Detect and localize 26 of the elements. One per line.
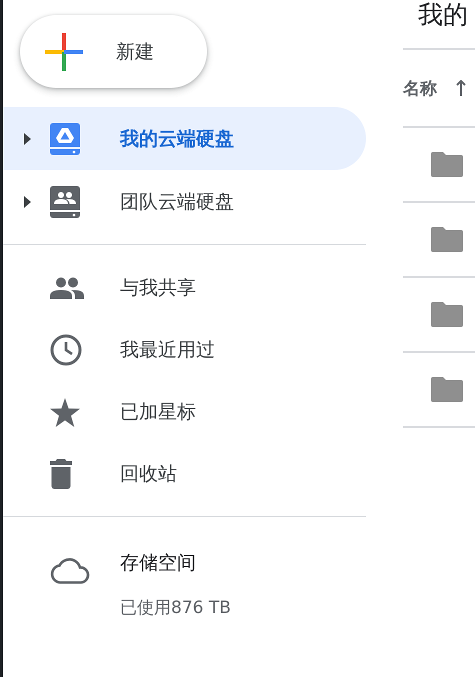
trash-icon (50, 459, 72, 489)
page-title: 我的 (403, 0, 475, 50)
folder-icon (431, 152, 463, 177)
people-icon (50, 277, 84, 299)
nav-item[interactable]: 回收站 (3, 443, 366, 505)
cloud-icon (50, 558, 90, 584)
nav-item[interactable]: 与我共享 (3, 257, 366, 319)
caret-icon[interactable] (24, 196, 31, 208)
folder-icon (431, 377, 463, 402)
clock-icon (50, 334, 82, 366)
drive-icon (50, 122, 80, 154)
folder-icon (431, 302, 463, 327)
column-header[interactable]: 名称 (403, 76, 437, 100)
nav-item[interactable]: 已加星标 (3, 381, 366, 443)
new-button[interactable]: 新建 (20, 15, 207, 88)
nav-item[interactable]: 我最近用过 (3, 319, 366, 381)
storage-usage-text: 已使用876 TB (120, 597, 231, 619)
nav-item[interactable]: 我的云端硬盘 (3, 107, 366, 170)
plus-icon (45, 32, 83, 70)
folder-icon (431, 227, 463, 252)
caret-icon[interactable] (24, 132, 31, 144)
nav-item[interactable]: 团队云端硬盘 (3, 170, 366, 233)
star-icon (50, 398, 80, 426)
storage-label[interactable]: 存储空间 (120, 550, 231, 576)
shared-drive-icon (50, 186, 80, 218)
sort-arrow-icon[interactable] (456, 80, 466, 96)
